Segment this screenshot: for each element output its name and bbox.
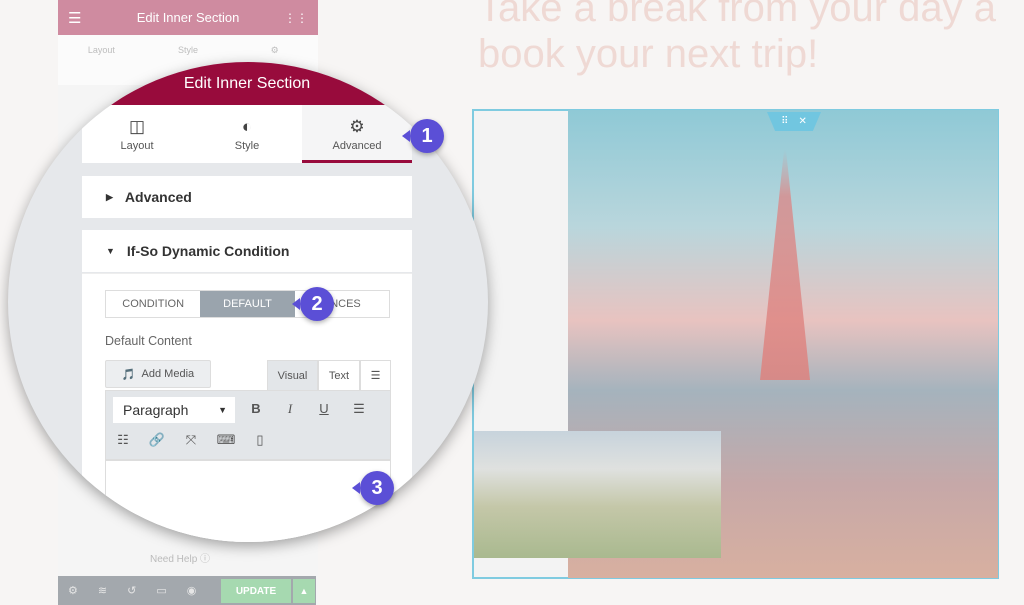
- callout-3: 3: [352, 471, 394, 505]
- database-icon[interactable]: ☰: [360, 360, 391, 390]
- magnified-header: Edit Inner Section: [82, 62, 412, 105]
- underline-button[interactable]: U: [314, 401, 334, 416]
- bold-button[interactable]: B: [246, 401, 266, 416]
- fullscreen-icon[interactable]: ⤧: [181, 432, 201, 448]
- grid-icon[interactable]: ⋮⋮: [284, 11, 308, 25]
- keyboard-icon[interactable]: ⌨: [216, 432, 236, 448]
- preview-icon[interactable]: ◉: [187, 584, 197, 597]
- close-icon[interactable]: ✕: [798, 116, 806, 127]
- chevron-down-icon: ▼: [218, 405, 227, 415]
- editor-footer: ⚙ ≋ ↺ ▭ ◉ UPDATE ▲: [58, 576, 316, 605]
- need-help-link[interactable]: Need Help ⓘ: [150, 550, 210, 565]
- default-content-label: Default Content: [105, 334, 192, 348]
- hamburger-icon[interactable]: ☰: [68, 9, 81, 27]
- content-editor[interactable]: [105, 460, 391, 542]
- update-options-button[interactable]: ▲: [293, 579, 315, 603]
- section-ifso[interactable]: ▼ If-So Dynamic Condition: [82, 230, 412, 272]
- page-heading-line1: Take a break from your day a: [478, 0, 997, 30]
- gear-icon: ⚙: [349, 117, 365, 136]
- tab-visual[interactable]: Visual: [267, 360, 318, 390]
- callout-2: 2: [292, 287, 334, 321]
- shortcode-icon[interactable]: ▯: [250, 432, 270, 448]
- gear-icon: ⚙: [270, 45, 279, 55]
- add-media-button[interactable]: 🎵 Add Media: [105, 360, 211, 388]
- section-advanced[interactable]: ▶ Advanced: [82, 176, 412, 218]
- half-circle-icon: ◐: [241, 117, 253, 136]
- caret-right-icon: ▶: [106, 191, 113, 202]
- paris-image: [474, 431, 721, 558]
- columns-icon: ◫: [128, 117, 146, 136]
- segment-tabs: CONDITION DEFAULT ENCES: [105, 290, 390, 318]
- numbered-list-icon[interactable]: ☷: [113, 432, 133, 448]
- editor-mode-tabs: Visual Text ☰: [267, 360, 391, 390]
- settings-icon[interactable]: ⚙: [68, 584, 78, 597]
- tab-style[interactable]: ◐ Style: [192, 105, 302, 163]
- tab-text[interactable]: Text: [318, 360, 360, 390]
- bullet-list-icon[interactable]: ☰: [349, 401, 369, 417]
- format-select[interactable]: Paragraph ▼: [113, 397, 235, 423]
- drag-icon[interactable]: ⠿: [781, 116, 788, 127]
- link-icon[interactable]: 🔗: [147, 432, 167, 448]
- page-heading-line2: book your next trip!: [478, 32, 819, 76]
- tab-condition[interactable]: CONDITION: [106, 291, 200, 317]
- caret-down-icon: ▼: [106, 246, 115, 256]
- editor-header: ☰ Edit Inner Section ⋮⋮: [58, 0, 318, 35]
- editor-toolbar: Paragraph ▼ B I U ☰ ☷ 🔗 ⤧ ⌨ ▯: [105, 390, 391, 460]
- media-icon: 🎵: [121, 368, 136, 381]
- tab-advanced[interactable]: ⚙ Advanced: [302, 105, 412, 163]
- magnified-tabs: ◫ Layout ◐ Style ⚙ Advanced: [82, 105, 412, 163]
- section-handle[interactable]: ⠿ ✕: [767, 112, 821, 131]
- editor-title: Edit Inner Section: [136, 10, 240, 25]
- callout-1: 1: [402, 119, 444, 153]
- responsive-icon[interactable]: ▭: [156, 584, 166, 597]
- tab-default[interactable]: DEFAULT: [200, 291, 295, 317]
- italic-button[interactable]: I: [280, 401, 300, 417]
- history-icon[interactable]: ↺: [127, 584, 136, 597]
- tab-layout[interactable]: ◫ Layout: [82, 105, 192, 163]
- update-button[interactable]: UPDATE: [221, 579, 291, 603]
- layers-icon[interactable]: ≋: [98, 584, 107, 597]
